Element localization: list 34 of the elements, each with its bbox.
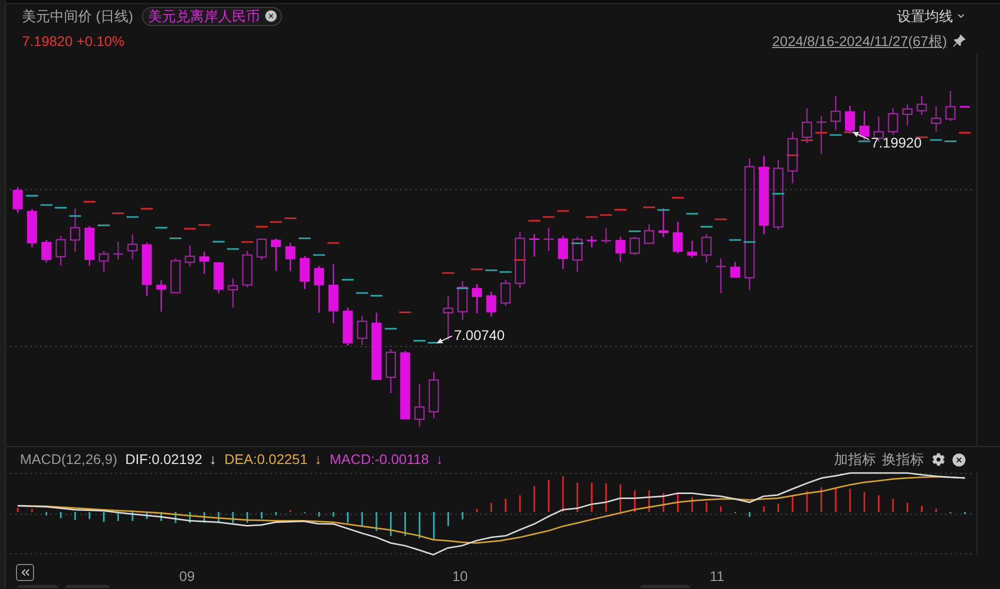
close-icon[interactable] [951, 452, 967, 468]
axis-label: 11 [710, 568, 724, 584]
leader-arrow [436, 335, 452, 344]
price-value: 7.19820 [22, 32, 73, 50]
date-range-link[interactable]: 2024/8/16-2024/11/27(67根) [772, 30, 947, 52]
indicator-reading: MACD:-0.00118 [330, 450, 429, 469]
price-annotation: 7.00740 [454, 327, 505, 343]
indicator-reading: DIF:0.02192 [125, 450, 202, 469]
pin-icon[interactable] [952, 34, 966, 48]
indicator-button[interactable]: 加指标 [834, 449, 876, 470]
indicator-title: MACD(12,26,9) [20, 450, 118, 469]
price-change: +0.10% [76, 32, 124, 50]
axis-label: 10 [452, 568, 468, 584]
trend-arrow: ↓ [314, 450, 322, 469]
histogram-bar [634, 490, 636, 512]
histogram-bar [203, 512, 206, 523]
price-annotation: 7.19920 [871, 134, 922, 150]
histogram-bar [920, 506, 923, 512]
leader-arrow [852, 132, 870, 140]
indicator-button[interactable]: 换指标 [882, 449, 924, 470]
histogram-bar [60, 512, 62, 518]
settings-icon[interactable] [932, 453, 945, 466]
histogram-bar [346, 512, 349, 523]
histogram-bar [777, 504, 780, 512]
histogram-bar [490, 503, 492, 512]
scroll-back-button[interactable] [16, 564, 34, 580]
indicator-reading: DEA:0.02251 [224, 450, 308, 469]
axis-label: 09 [179, 568, 195, 584]
tag-label: 美元兑离岸人民币 [148, 9, 260, 23]
trend-arrow: ↓ [436, 450, 443, 469]
ma-settings-button[interactable]: 设置均线 [897, 6, 966, 26]
close-icon[interactable] [264, 9, 278, 23]
chart-title: 美元中间价 (日线) [22, 6, 134, 26]
trend-arrow: ↓ [209, 450, 216, 469]
